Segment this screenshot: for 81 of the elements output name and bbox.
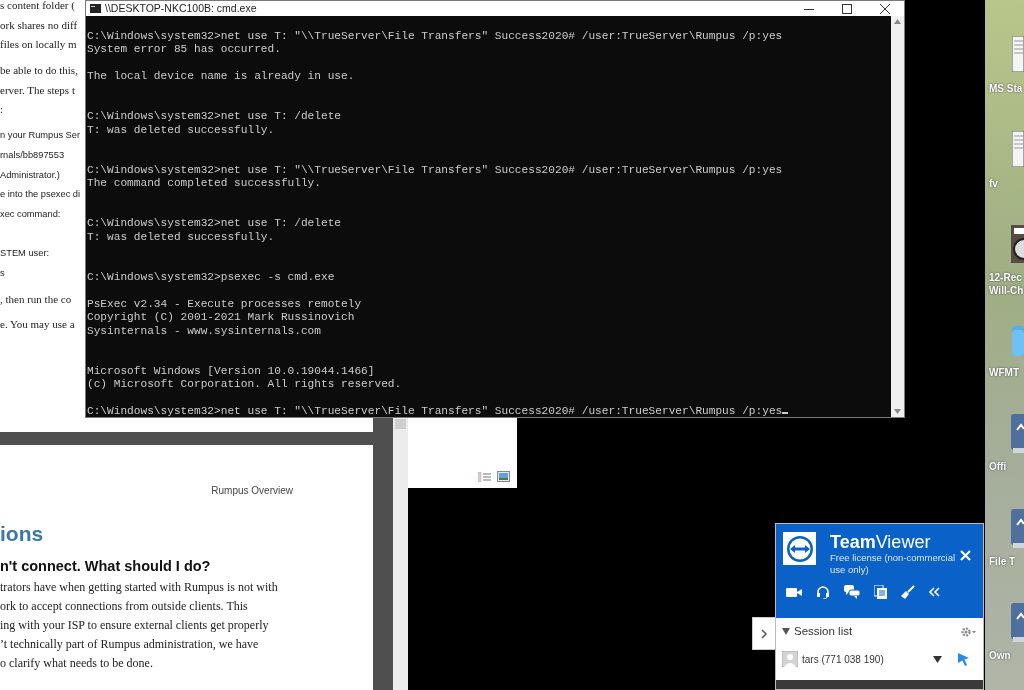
- page-header: Rumpus Overview: [210, 484, 294, 498]
- icon-label[interactable]: fv: [985, 176, 1024, 190]
- chevron-icon: [761, 628, 768, 639]
- console-line: (c) Microsoft Corporation. All rights reserved.: [87, 378, 403, 392]
- avatar-icon: [782, 651, 798, 668]
- section-heading: ions: [0, 522, 45, 546]
- chat-icon[interactable]: [844, 585, 860, 599]
- expand-tab[interactable]: [752, 617, 776, 650]
- text-cursor: [782, 411, 789, 414]
- settings-icon[interactable]: [961, 626, 977, 637]
- drive-icon[interactable]: [1011, 414, 1024, 454]
- text-line: s content folder (: [0, 0, 75, 13]
- console-line: T: was deleted successfully.: [87, 123, 276, 138]
- icon-label[interactable]: 12-Rec Will-Ch: [985, 271, 1024, 297]
- app-title: TeamViewer: [830, 532, 932, 552]
- text-line: STEM user:: [0, 247, 50, 261]
- window-title: \\DESKTOP-NKC100B: cmd.exe: [105, 1, 258, 16]
- scrollbar[interactable]: [891, 16, 904, 417]
- maximize-icon: [842, 3, 852, 14]
- console-line: C:\Windows\system32>psexec -s cmd.exe: [87, 271, 336, 285]
- text-line: ing with your ISP to ensure external clients get properly: [0, 617, 270, 634]
- section-title: Session list: [794, 624, 854, 639]
- console-line: C:\Windows\system32>net use T: /delete: [87, 217, 343, 231]
- icon-label[interactable]: WFMT: [985, 365, 1024, 379]
- text-line: ’t technically part of Rumpus administration, we have: [0, 636, 260, 653]
- documents-icon[interactable]: [874, 585, 887, 599]
- drive-icon[interactable]: [1011, 508, 1024, 549]
- console-line: Copyright (C) 2001-2021 Mark Russinovich: [87, 311, 356, 325]
- terminal-icon: [90, 4, 101, 13]
- icon-label[interactable]: Offi: [985, 460, 1024, 473]
- text-line: be able to do this,: [0, 63, 78, 79]
- text-line: e into the psexec di: [0, 188, 81, 202]
- document-thumbnail-icon[interactable]: [1012, 36, 1024, 72]
- console-line: The local device name is already in use.: [87, 70, 356, 84]
- document-thumbnail-icon[interactable]: [1012, 130, 1024, 167]
- text-line: :: [0, 102, 4, 118]
- image-icon[interactable]: [497, 471, 510, 482]
- text-line: xec command:: [0, 207, 61, 221]
- close-icon: [880, 3, 890, 14]
- scrollbar-thumb[interactable]: [395, 419, 406, 429]
- console-line: T: was deleted successfully.: [87, 230, 276, 245]
- scrollbar[interactable]: [393, 418, 408, 690]
- console-line: C:\Windows\system32>net use T: "\\TrueServer\File Transfers" Success2020# /user:TrueServer\Rumpus /p:yes: [87, 404, 783, 417]
- console-line: C:\Windows\system32>net use T: "\\TrueServer\File Transfers" Success2020# /user:TrueServer\Rumpus /p:yes: [87, 163, 784, 178]
- teamviewer-logo-icon: [783, 532, 816, 565]
- scroll-up-icon[interactable]: [894, 19, 901, 24]
- icon-label[interactable]: File T: [985, 554, 1024, 568]
- text-line: , then run the co: [0, 291, 72, 307]
- scroll-down-icon[interactable]: [894, 409, 901, 414]
- album-cover-icon[interactable]: [1011, 225, 1024, 263]
- session-name[interactable]: tars (771 038 190): [802, 651, 933, 667]
- console-line: PsExec v2.34 - Execute processes remotely: [87, 297, 363, 312]
- console-line: C:\Windows\system32>net use T: /delete: [87, 110, 343, 124]
- icon-label[interactable]: MS Sta: [985, 82, 1024, 95]
- license-text: Free license (non-commercial use only): [830, 552, 957, 576]
- video-camera-icon[interactable]: [786, 586, 802, 598]
- text-line: erver. The steps t: [0, 82, 75, 98]
- brush-icon[interactable]: [901, 585, 915, 599]
- console-line: C:\Windows\system32>net use T: "\\TrueServer\File Transfers" Success2020# /user:TrueServer\Rumpus /p:yes: [87, 30, 784, 44]
- console-line: Microsoft Windows [Version 10.0.19044.1466]: [87, 364, 376, 379]
- text-line: e. You may use a: [0, 317, 75, 333]
- headset-icon[interactable]: [816, 585, 830, 599]
- text-line: files on locally m: [0, 37, 77, 53]
- console-line: Sysinternals - www.sysinternals.com: [87, 324, 322, 338]
- text-line: n your Rumpus Ser: [0, 129, 81, 143]
- text-line: trators have when getting started with Rumpus is not with: [0, 579, 279, 596]
- console-line: The command completed successfully.: [87, 177, 322, 191]
- text-line: ork shares no diff: [0, 17, 78, 33]
- disclosure-triangle-icon[interactable]: [782, 628, 790, 636]
- cursor-icon[interactable]: [958, 652, 969, 666]
- dropdown-arrow-icon[interactable]: [933, 655, 942, 663]
- text-line: o clarify what needs to be done.: [0, 655, 154, 672]
- drive-icon[interactable]: [1011, 603, 1024, 643]
- text-line: Administrator.): [0, 168, 60, 182]
- console-line: System error 85 has occurred.: [87, 43, 282, 57]
- double-chevron-icon[interactable]: [929, 587, 940, 597]
- text-line: s: [0, 266, 5, 280]
- text-line: ork to accept connections from outside clients. This: [0, 598, 249, 615]
- question-heading: n't connect. What should I do?: [0, 557, 212, 575]
- icon-label[interactable]: Own: [985, 649, 1024, 662]
- text-line: rnals/bb897553: [0, 148, 65, 162]
